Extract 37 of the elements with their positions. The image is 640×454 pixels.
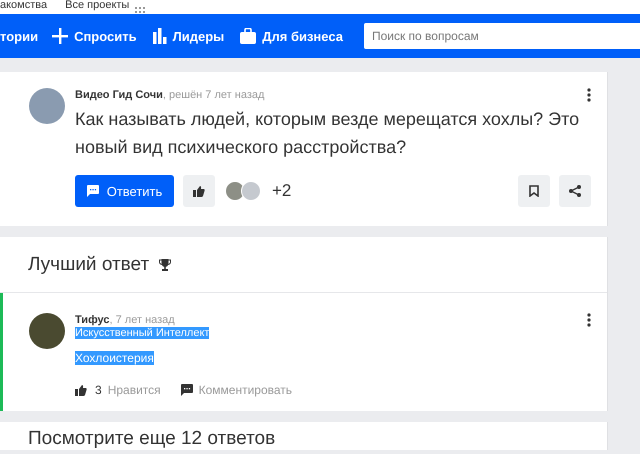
top-link[interactable]: Все проекты	[65, 0, 130, 11]
answer-meta: Тифус, 7 лет назад	[75, 314, 175, 326]
search-field[interactable]: Поиск по вопросам	[364, 23, 640, 49]
briefcase-icon	[240, 28, 256, 44]
section-title: Лучший ответ	[28, 254, 150, 276]
more-options-icon[interactable]	[587, 88, 591, 102]
more-answers-title: Посмотрите еще 12 ответов	[27, 427, 276, 450]
nav-link[interactable]: Для бизнеса	[240, 28, 343, 44]
liker-avatar[interactable]	[225, 181, 245, 201]
comment-icon	[86, 185, 99, 197]
question-meta: Видео Гид Сочи, решён 7 лет назад	[75, 89, 264, 101]
reply-button[interactable]: Ответить	[75, 175, 174, 207]
bookmark-icon	[529, 185, 539, 197]
like-link[interactable]: Нравится	[108, 383, 161, 397]
like-button[interactable]	[183, 175, 215, 207]
bookmark-button[interactable]	[518, 175, 550, 207]
thumbs-up-icon	[193, 186, 205, 196]
comment-icon	[180, 384, 193, 396]
trophy-icon	[159, 258, 172, 270]
share-button[interactable]	[559, 175, 591, 207]
answer-text: Хохлоистерия	[75, 351, 154, 365]
more-options-icon[interactable]	[587, 313, 591, 327]
top-link[interactable]: акомства	[0, 0, 48, 11]
avatar[interactable]	[29, 313, 65, 349]
like-count: 3	[95, 383, 102, 397]
bar-chart-icon	[152, 28, 167, 44]
comment-link[interactable]: Комментировать	[198, 383, 292, 397]
plus-icon	[52, 28, 68, 44]
thumbs-up-icon	[75, 384, 87, 396]
nav-link[interactable]: Спросить	[52, 28, 137, 44]
share-icon	[569, 185, 581, 197]
user-rank: Искусственный Интеллект	[75, 327, 210, 339]
nav-link[interactable]: тории	[0, 28, 38, 44]
likers-count: +2	[272, 181, 292, 201]
apps-grid-icon[interactable]	[135, 7, 146, 13]
question-title: Как называть людей, которым везде мерещатся хохлы? Это новый вид психического расстройства?	[75, 108, 580, 159]
nav-link[interactable]: Лидеры	[152, 28, 224, 44]
